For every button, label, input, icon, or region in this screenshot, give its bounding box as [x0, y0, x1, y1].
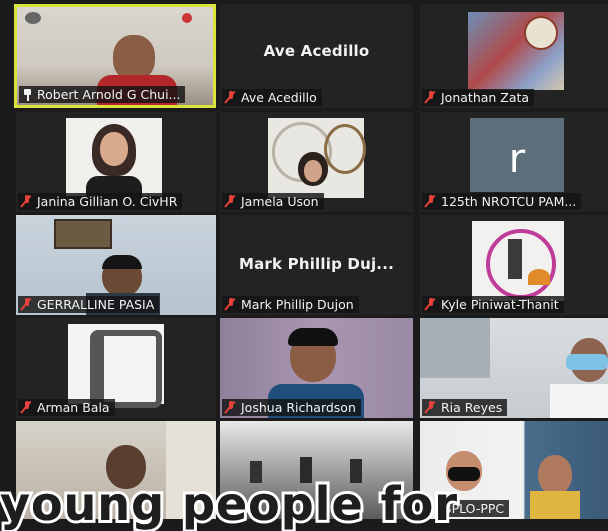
caption-overlay-fill: young people for: [0, 477, 458, 531]
participant-tile[interactable]: Arman Bala: [16, 318, 216, 418]
muted-mic-icon: [21, 195, 33, 208]
participant-name-label: Janina Gillian O. CivHR: [18, 193, 183, 210]
avatar-initial: r: [508, 136, 526, 182]
muted-mic-icon: [225, 298, 237, 311]
participant-video: [268, 118, 366, 198]
participant-tile[interactable]: Ria Reyes: [420, 318, 608, 418]
participant-name-label: 125th NROTCU PAM...: [422, 193, 582, 210]
pin-icon: [22, 88, 33, 101]
participant-name: Ave Acedillo: [241, 90, 317, 105]
participant-video: [66, 118, 162, 196]
participant-name: Arman Bala: [37, 400, 110, 415]
participant-name: Kyle Piniwat-Thanit: [441, 297, 559, 312]
participant-name-label: Mark Phillip Dujon: [222, 296, 359, 313]
muted-mic-icon: [425, 401, 437, 414]
participant-name-label: Kyle Piniwat-Thanit: [422, 296, 564, 313]
participant-tile[interactable]: Robert Arnold G Chui...: [14, 4, 216, 108]
participant-name: Joshua Richardson: [241, 400, 356, 415]
participant-name-label: Arman Bala: [18, 399, 115, 416]
participant-name-label: Jamela Uson: [222, 193, 324, 210]
participant-video: [68, 324, 164, 408]
participant-display-name: Ave Acedillo: [263, 42, 370, 60]
participant-name: Robert Arnold G Chui...: [37, 87, 181, 102]
participant-tile[interactable]: Jonathan Zata: [420, 4, 608, 108]
participant-name: Jonathan Zata: [441, 90, 530, 105]
participant-name: Jamela Uson: [241, 194, 319, 209]
muted-mic-icon: [225, 195, 237, 208]
participant-name-label: Ria Reyes: [422, 399, 508, 416]
participant-tile[interactable]: Janina Gillian O. CivHR: [16, 112, 216, 212]
participant-name: Janina Gillian O. CivHR: [37, 194, 178, 209]
muted-mic-icon: [21, 401, 33, 414]
participant-tile[interactable]: Mark Phillip Duj... Mark Phillip Dujon: [220, 215, 413, 315]
participant-display-name: Mark Phillip Duj...: [238, 255, 394, 273]
muted-mic-icon: [425, 91, 437, 104]
participant-name: Ria Reyes: [441, 400, 503, 415]
participant-name-label: Robert Arnold G Chui...: [19, 86, 186, 103]
muted-mic-icon: [225, 91, 237, 104]
muted-mic-icon: [225, 401, 237, 414]
participant-name: 125th NROTCU PAM...: [441, 194, 577, 209]
participant-name-label: Jonathan Zata: [422, 89, 535, 106]
participant-name-label: Ave Acedillo: [222, 89, 322, 106]
participant-video: [472, 221, 564, 301]
participant-avatar: r: [470, 118, 564, 192]
participant-tile[interactable]: Ave Acedillo Ave Acedillo: [220, 4, 413, 108]
participant-tile[interactable]: Kyle Piniwat-Thanit: [420, 215, 608, 315]
participant-name-label: Joshua Richardson: [222, 399, 361, 416]
participant-name-label: GERRALLINE PASIA: [18, 296, 160, 313]
participant-name: GERRALLINE PASIA: [37, 297, 155, 312]
muted-mic-icon: [425, 298, 437, 311]
participant-tile[interactable]: Joshua Richardson: [220, 318, 413, 418]
muted-mic-icon: [21, 298, 33, 311]
participant-video: [468, 12, 564, 90]
video-grid: Robert Arnold G Chui... Ave Acedillo Ave…: [0, 0, 608, 519]
participant-tile[interactable]: Jamela Uson: [220, 112, 413, 212]
muted-mic-icon: [425, 195, 437, 208]
participant-name: Mark Phillip Dujon: [241, 297, 354, 312]
participant-tile[interactable]: GERRALLINE PASIA: [16, 215, 216, 315]
participant-tile[interactable]: r 125th NROTCU PAM...: [420, 112, 608, 212]
